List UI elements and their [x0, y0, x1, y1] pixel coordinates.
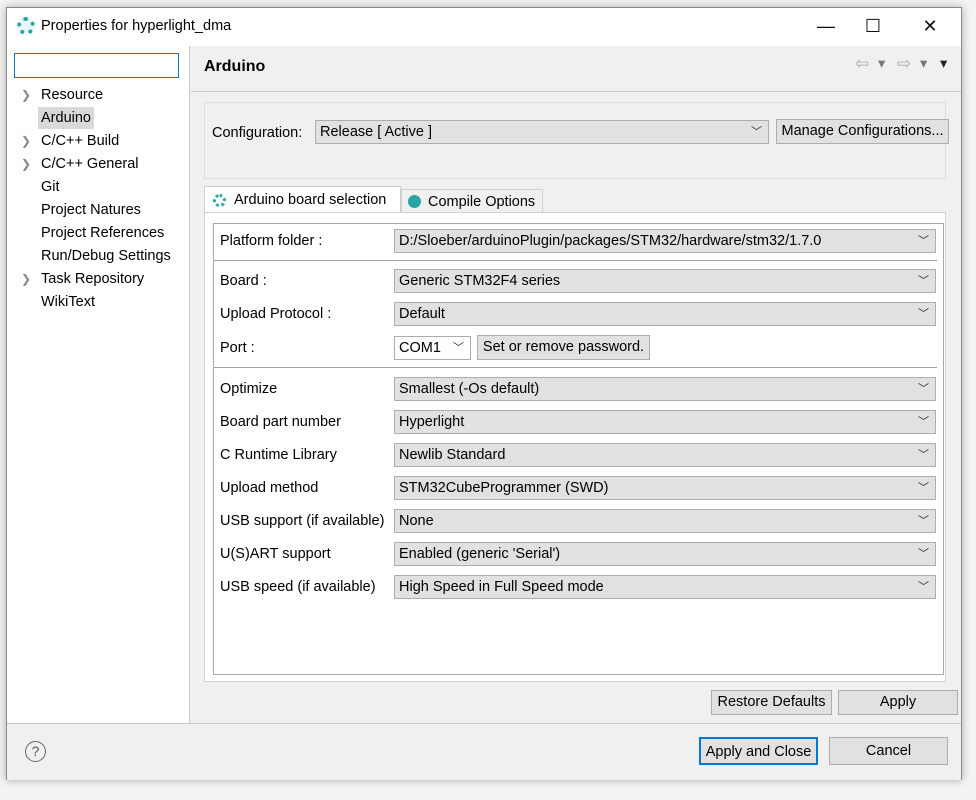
chevron-down-icon: ﹀ [918, 416, 929, 428]
tree-item-label: Arduino [38, 107, 94, 129]
chevron-down-icon: ﹀ [918, 548, 929, 560]
option-value: Smallest (-Os default) [399, 381, 540, 397]
tree-item-label: WikiText [41, 294, 95, 310]
chevron-down-icon: ﹀ [751, 126, 762, 138]
chevron-down-icon: ﹀ [918, 308, 929, 320]
chevron-down-icon: ﹀ [918, 515, 929, 527]
page-title: Arduino [204, 58, 266, 75]
option-label: Board part number [220, 414, 341, 430]
back-dropdown-icon[interactable]: ▾ [878, 56, 885, 72]
filter-input[interactable] [14, 53, 179, 78]
chevron-down-icon: ﹀ [918, 235, 929, 247]
configuration-label: Configuration: [212, 125, 303, 141]
port-select[interactable]: COM1 ﹀ [394, 336, 471, 360]
apply-and-close-button[interactable]: Apply and Close [699, 737, 818, 765]
upload-protocol-value: Default [399, 306, 445, 322]
board-select[interactable]: Generic STM32F4 series ﹀ [394, 269, 936, 293]
separator [214, 260, 937, 261]
platform-folder-value: D:/Sloeber/arduinoPlugin/packages/STM32/… [399, 233, 822, 249]
tree-item-label: C/C++ General [41, 156, 139, 172]
board-label: Board : [220, 273, 267, 289]
restore-defaults-button[interactable]: Restore Defaults [711, 690, 832, 715]
set-password-button[interactable]: Set or remove password. [477, 335, 650, 360]
chevron-right-icon[interactable]: ❯ [21, 130, 31, 152]
option-select[interactable]: Enabled (generic 'Serial') ﹀ [394, 542, 936, 566]
chevron-down-icon: ﹀ [918, 482, 929, 494]
option-select[interactable]: None ﹀ [394, 509, 936, 533]
board-value: Generic STM32F4 series [399, 273, 561, 289]
option-label: USB speed (if available) [220, 579, 376, 595]
help-icon[interactable]: ? [25, 741, 46, 762]
tree-item-label: C/C++ Build [41, 133, 120, 149]
forward-dropdown-icon[interactable]: ▾ [920, 56, 927, 72]
tab-arduino-board-selection[interactable]: Arduino board selection [204, 186, 401, 213]
chevron-right-icon[interactable]: ❯ [21, 153, 31, 175]
page-header: Arduino ⇦ ▾ ⇨ ▾ ▾ [191, 46, 961, 92]
option-label: C Runtime Library [220, 447, 337, 463]
option-value: Newlib Standard [399, 447, 506, 463]
view-menu-icon[interactable]: ▾ [940, 56, 947, 72]
close-button[interactable]: ✕ [907, 8, 953, 44]
option-value: High Speed in Full Speed mode [399, 579, 604, 595]
configuration-select[interactable]: Release [ Active ] ﹀ [315, 120, 769, 144]
chevron-down-icon: ﹀ [918, 275, 929, 287]
platform-folder-label: Platform folder : [220, 233, 323, 249]
option-label: Optimize [220, 381, 278, 397]
tree-item-label: Task Repository [41, 271, 145, 287]
option-select[interactable]: STM32CubeProgrammer (SWD) ﹀ [394, 476, 936, 500]
option-value: Enabled (generic 'Serial') [399, 546, 561, 562]
compile-icon [408, 195, 421, 208]
back-arrow-icon[interactable]: ⇦ [855, 54, 869, 74]
upload-protocol-label: Upload Protocol : [220, 306, 332, 322]
dialog-button-bar: ? Apply and Close Cancel [7, 723, 961, 780]
tab-label: Compile Options [428, 194, 536, 210]
tree-item-label: Git [41, 179, 60, 195]
separator [214, 367, 937, 368]
option-label: U(S)ART support [220, 546, 331, 562]
tree-item-label: Project References [41, 225, 165, 241]
manage-configurations-button[interactable]: Manage Configurations... [776, 119, 949, 144]
tree-item-label: Resource [41, 87, 104, 103]
option-value: STM32CubeProgrammer (SWD) [399, 480, 609, 496]
tree-item-label: Run/Debug Settings [41, 248, 171, 264]
chevron-down-icon: ﹀ [918, 449, 929, 461]
tab-label: Arduino board selection [234, 192, 387, 208]
platform-folder-select[interactable]: D:/Sloeber/arduinoPlugin/packages/STM32/… [394, 229, 936, 253]
chevron-right-icon[interactable]: ❯ [21, 268, 31, 290]
properties-dialog: Properties for hyperlight_dma — ☐ ✕ ❯ Res… [6, 7, 962, 780]
gear-icon [213, 194, 226, 207]
option-value: None [399, 513, 434, 529]
option-label: USB support (if available) [220, 513, 385, 529]
port-label: Port : [220, 340, 255, 356]
chevron-down-icon: ﹀ [453, 342, 464, 354]
cancel-button[interactable]: Cancel [829, 737, 948, 765]
port-value: COM1 [399, 340, 441, 356]
apply-button[interactable]: Apply [838, 690, 958, 715]
upload-protocol-select[interactable]: Default ﹀ [394, 302, 936, 326]
option-value: Hyperlight [399, 414, 465, 430]
window-title: Properties for hyperlight_dma [41, 18, 232, 34]
title-bar: Properties for hyperlight_dma — ☐ ✕ [7, 8, 961, 46]
tree-item-label: Project Natures [41, 202, 141, 218]
option-select[interactable]: Hyperlight ﹀ [394, 410, 936, 434]
maximize-button[interactable]: ☐ [850, 8, 896, 44]
chevron-down-icon: ﹀ [918, 383, 929, 395]
minimize-button[interactable]: — [803, 8, 849, 44]
configuration-value: Release [ Active ] [320, 124, 433, 140]
chevron-down-icon: ﹀ [918, 581, 929, 593]
forward-arrow-icon[interactable]: ⇨ [897, 54, 911, 74]
option-label: Upload method [220, 480, 319, 496]
app-gear-icon [17, 17, 35, 35]
chevron-right-icon[interactable]: ❯ [21, 84, 31, 106]
option-select[interactable]: High Speed in Full Speed mode ﹀ [394, 575, 936, 599]
option-select[interactable]: Smallest (-Os default) ﹀ [394, 377, 936, 401]
tab-compile-options[interactable]: Compile Options [401, 189, 543, 213]
option-select[interactable]: Newlib Standard ﹀ [394, 443, 936, 467]
property-tree: ❯ Resource Arduino ❯ C/C++ Build ❯ C/C++ Gener… [7, 46, 190, 723]
